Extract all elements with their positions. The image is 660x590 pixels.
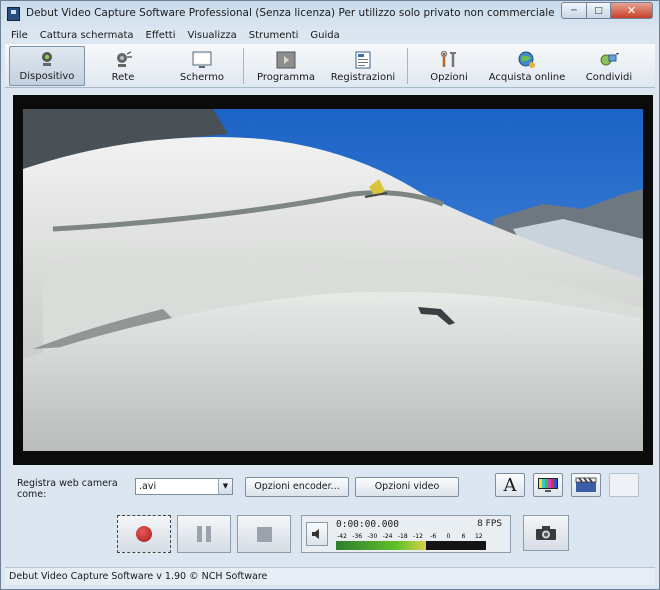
stop-button[interactable] bbox=[237, 515, 291, 553]
menu-bar: File Cattura schermata Effetti Visualizz… bbox=[5, 28, 655, 44]
clapperboard-icon bbox=[575, 477, 597, 492]
main-toolbar: Dispositivo Rete Schermo Programma Regis… bbox=[5, 44, 655, 88]
record-as-label: Registra web camera come: bbox=[17, 478, 118, 500]
title-bar[interactable]: Debut Video Capture Software Professiona… bbox=[1, 1, 659, 27]
recordings-icon bbox=[355, 51, 371, 69]
pause-button[interactable] bbox=[177, 515, 231, 553]
app-icon[interactable] bbox=[7, 7, 20, 21]
share-icon bbox=[600, 53, 619, 66]
meter-tick-label: -6 bbox=[430, 533, 436, 540]
toolbar-registrazioni-button[interactable]: Registrazioni bbox=[329, 46, 397, 86]
toolbar-separator bbox=[407, 48, 408, 84]
color-bars-monitor-icon bbox=[538, 478, 558, 492]
stop-icon bbox=[256, 526, 272, 542]
speaker-icon bbox=[312, 529, 319, 539]
menu-guida[interactable]: Guida bbox=[304, 28, 345, 44]
toolbar-schermo-label: Schermo bbox=[179, 72, 225, 83]
video-effects-button[interactable] bbox=[571, 473, 601, 497]
toolbar-programma-button[interactable]: Programma bbox=[253, 46, 319, 86]
pause-icon bbox=[197, 526, 211, 542]
level-meter-panel: 0:00:00.000 8 FPS -42 -36 -30 -24 -18 -12 -6 0 6… bbox=[301, 515, 511, 553]
meter-tick-label: -30 bbox=[367, 533, 377, 540]
text-a-icon: A bbox=[503, 474, 517, 496]
toolbar-programma-label: Programma bbox=[256, 72, 316, 83]
meter-tick-label: -42 bbox=[337, 533, 347, 540]
meter-tick-label: 12 bbox=[475, 533, 483, 540]
toolbar-condividi-button[interactable]: Condividi bbox=[577, 46, 641, 86]
minimize-icon: ─ bbox=[571, 5, 577, 16]
toolbar-dispositivo-button[interactable]: Dispositivo bbox=[9, 46, 85, 86]
maximize-button[interactable]: □ bbox=[587, 2, 611, 19]
toolbar-dispositivo-label: Dispositivo bbox=[19, 71, 75, 82]
recording-time: 0:00:00.000 bbox=[336, 519, 399, 530]
toolbar-opzioni-button[interactable]: Opzioni bbox=[419, 46, 479, 86]
toolbar-opzioni-label: Opzioni bbox=[430, 72, 468, 83]
app-window: Debut Video Capture Software Professiona… bbox=[0, 0, 660, 590]
monitor-icon bbox=[192, 51, 212, 68]
meter-tick-label: -12 bbox=[413, 533, 423, 540]
meter-scale: -42 -36 -30 -24 -18 -12 -6 0 6 12 bbox=[337, 533, 483, 540]
program-window-icon bbox=[276, 51, 296, 69]
network-camera-icon bbox=[117, 51, 132, 67]
video-options-button[interactable]: Opzioni video bbox=[355, 477, 459, 497]
format-select[interactable]: .avi ▼ bbox=[135, 478, 233, 495]
text-overlay-button[interactable]: A bbox=[495, 473, 525, 497]
toolbar-acquista-button[interactable]: Acquista online bbox=[487, 46, 567, 86]
meter-tick-label: -18 bbox=[398, 533, 408, 540]
minimize-button[interactable]: ─ bbox=[561, 2, 587, 19]
meter-tick-label: -24 bbox=[383, 533, 393, 540]
webcam-icon bbox=[42, 52, 52, 66]
toolbar-condividi-label: Condividi bbox=[585, 72, 633, 83]
meter-tick-label: 0 bbox=[446, 533, 450, 540]
fps-readout: 8 FPS bbox=[477, 519, 502, 529]
record-icon bbox=[136, 526, 152, 542]
toolbar-separator bbox=[243, 48, 244, 84]
window-title: Debut Video Capture Software Professiona… bbox=[26, 7, 555, 19]
recording-options-row: Registra web camera come: .avi ▼ Opzioni… bbox=[13, 473, 653, 501]
color-adjust-button[interactable] bbox=[533, 473, 563, 497]
close-button[interactable]: ✕ bbox=[611, 2, 653, 19]
toolbar-rete-label: Rete bbox=[111, 72, 135, 83]
maximize-icon: □ bbox=[594, 5, 603, 16]
menu-visualizza[interactable]: Visualizza bbox=[181, 28, 242, 44]
toolbar-rete-button[interactable]: Rete bbox=[95, 46, 151, 86]
encoder-options-button[interactable]: Opzioni encoder... bbox=[245, 477, 349, 497]
toolbar-schermo-button[interactable]: Schermo bbox=[171, 46, 233, 86]
empty-slot-button[interactable] bbox=[609, 473, 639, 497]
menu-file[interactable]: File bbox=[5, 28, 34, 44]
toolbar-registrazioni-label: Registrazioni bbox=[330, 72, 396, 83]
format-select-value: .avi bbox=[139, 481, 157, 492]
video-preview bbox=[13, 95, 653, 465]
volume-button[interactable] bbox=[306, 522, 328, 546]
meter-tick-label: 6 bbox=[462, 533, 466, 540]
menu-strumenti[interactable]: Strumenti bbox=[243, 28, 305, 44]
snapshot-button[interactable] bbox=[523, 515, 569, 551]
menu-cattura-schermata[interactable]: Cattura schermata bbox=[34, 28, 140, 44]
transport-controls: 0:00:00.000 8 FPS -42 -36 -30 -24 -18 -12 -6 0 6… bbox=[13, 509, 653, 559]
chevron-down-icon[interactable]: ▼ bbox=[218, 479, 232, 494]
record-button[interactable] bbox=[117, 515, 171, 553]
video-frame-image bbox=[23, 109, 643, 451]
buy-online-globe-icon bbox=[518, 51, 535, 68]
camera-icon bbox=[536, 526, 556, 540]
status-text: Debut Video Capture Software v 1.90 © NC… bbox=[9, 571, 268, 582]
meter-tick-label: -36 bbox=[352, 533, 362, 540]
options-tools-icon bbox=[440, 51, 456, 67]
window-controls: ─ □ ✕ bbox=[561, 2, 653, 19]
toolbar-acquista-label: Acquista online bbox=[488, 72, 566, 83]
menu-effetti[interactable]: Effetti bbox=[140, 28, 182, 44]
audio-level-meter bbox=[336, 541, 486, 550]
status-bar: Debut Video Capture Software v 1.90 © NC… bbox=[5, 567, 655, 585]
close-icon: ✕ bbox=[626, 4, 637, 17]
